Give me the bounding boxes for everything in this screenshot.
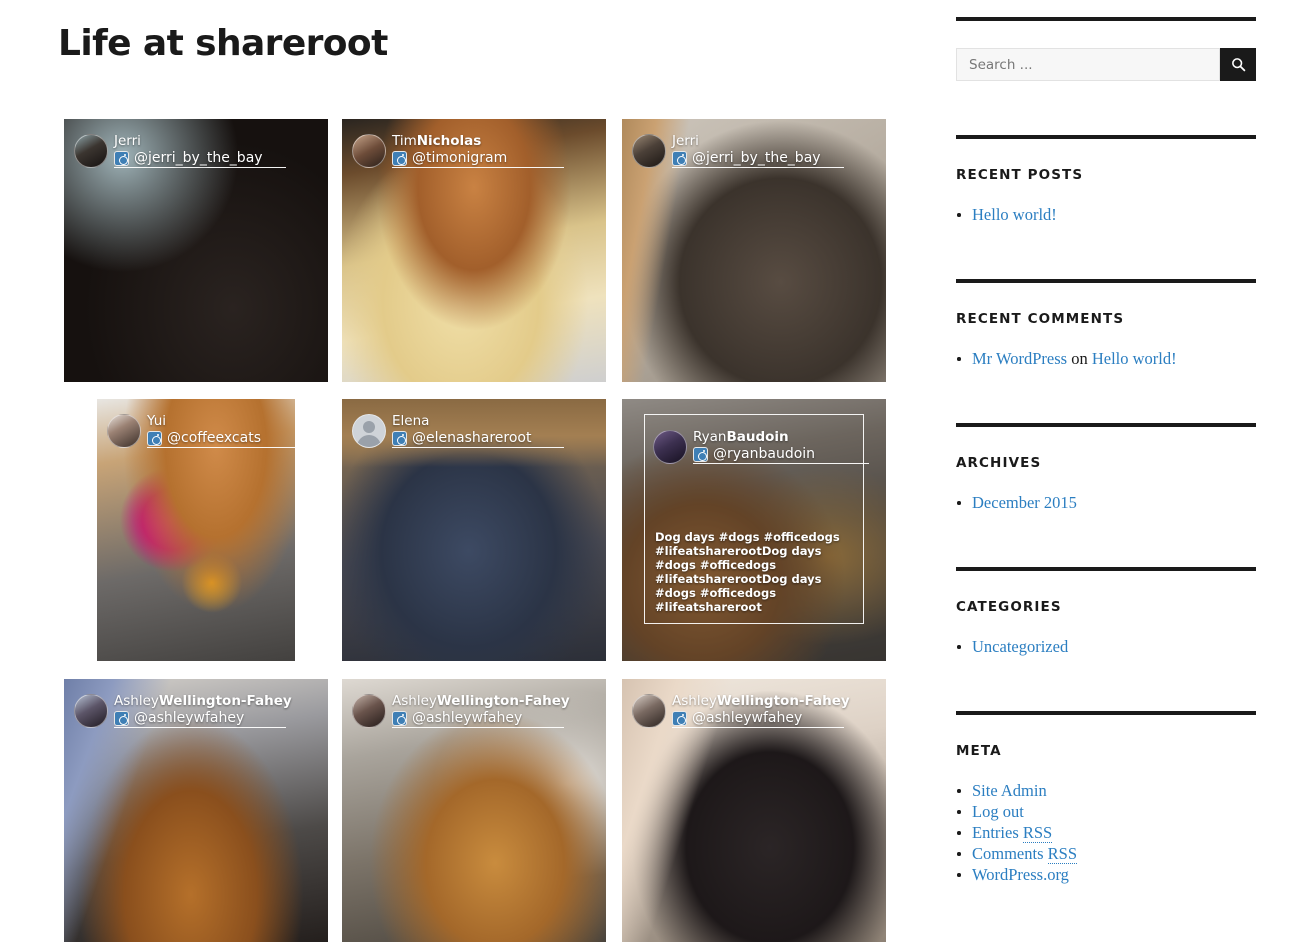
widget-archives: Archives December 2015 — [956, 423, 1256, 513]
tile-photo — [64, 119, 328, 382]
tile-photo — [342, 679, 606, 942]
content-column: Life at shareroot Jerri @jerri_by_the_ba… — [0, 0, 940, 950]
widget-list: Uncategorized — [956, 636, 1256, 657]
widget-divider — [956, 17, 1256, 21]
list-item: Comments RSS — [956, 843, 1256, 864]
sidebar: Recent Posts Hello world! Recent Comment… — [956, 0, 1256, 884]
list-item: Site Admin — [956, 780, 1256, 801]
widget-recent-comments: Recent Comments Mr WordPress on Hello wo… — [956, 279, 1256, 369]
list-item: Entries RSS — [956, 822, 1256, 843]
photo-tile[interactable]: Jerri @jerri_by_the_bay — [622, 119, 886, 382]
tile-dim-overlay — [622, 399, 886, 661]
photo-tile[interactable]: RyanBaudoin @ryanbaudoin Dog days #dogs … — [622, 399, 886, 661]
archive-link[interactable]: December 2015 — [972, 493, 1077, 512]
widget-title: Categories — [956, 599, 1062, 615]
widget-title: Archives — [956, 455, 1042, 471]
rss-abbr: RSS — [1047, 844, 1077, 864]
widget-divider — [956, 423, 1256, 427]
widget-list: Site Admin Log out Entries RSS Comments … — [956, 780, 1256, 885]
widget-list: Hello world! — [956, 204, 1256, 225]
widget-list: December 2015 — [956, 492, 1256, 513]
meta-link-entries-rss[interactable]: Entries RSS — [972, 823, 1053, 843]
widget-title: Recent Comments — [956, 311, 1125, 327]
widget-divider — [956, 279, 1256, 283]
widget-categories: Categories Uncategorized — [956, 567, 1256, 657]
photo-tile[interactable]: AshleyWellington-Fahey @ashleywfahey — [342, 679, 606, 942]
photo-tile[interactable]: Yui @coffeexcats — [97, 399, 295, 661]
tile-photo — [64, 679, 328, 942]
meta-link-log-out[interactable]: Log out — [972, 802, 1024, 821]
meta-link-site-admin[interactable]: Site Admin — [972, 781, 1047, 800]
photo-tile[interactable]: TimNicholas @timonigram — [342, 119, 606, 382]
list-item: December 2015 — [956, 492, 1256, 513]
photo-tile[interactable]: Elena @elenashareroot — [342, 399, 606, 661]
tile-photo — [622, 119, 886, 382]
rss-abbr: RSS — [1022, 823, 1053, 843]
photo-tile[interactable]: AshleyWellington-Fahey @ashleywfahey — [64, 679, 328, 942]
widget-divider — [956, 135, 1256, 139]
search-icon — [1231, 58, 1245, 72]
widget-recent-posts: Recent Posts Hello world! — [956, 135, 1256, 225]
meta-comments-label: Comments — [972, 844, 1048, 863]
widget-title: Meta — [956, 743, 1002, 759]
list-item: Uncategorized — [956, 636, 1256, 657]
search-input[interactable] — [956, 48, 1220, 81]
tile-photo — [342, 399, 606, 661]
meta-link-wordpress-org[interactable]: WordPress.org — [972, 865, 1069, 884]
photo-tile[interactable]: Jerri @jerri_by_the_bay — [64, 119, 328, 382]
widget-divider — [956, 711, 1256, 715]
widget-divider — [956, 567, 1256, 571]
widget-meta: Meta Site Admin Log out Entries RSS Comm… — [956, 711, 1256, 885]
list-item: Log out — [956, 801, 1256, 822]
tile-photo — [97, 399, 295, 661]
tile-photo — [622, 679, 886, 942]
comment-author-link[interactable]: Mr WordPress — [972, 349, 1067, 368]
recent-post-link[interactable]: Hello world! — [972, 205, 1057, 224]
comment-post-link[interactable]: Hello world! — [1092, 349, 1177, 368]
widget-title: Recent Posts — [956, 167, 1084, 183]
widget-search — [956, 17, 1256, 81]
list-item: Mr WordPress on Hello world! — [956, 348, 1256, 369]
search-submit-button[interactable] — [1220, 48, 1256, 81]
widget-list: Mr WordPress on Hello world! — [956, 348, 1256, 369]
list-item: Hello world! — [956, 204, 1256, 225]
comment-on-text: on — [1067, 349, 1092, 368]
meta-entries-label: Entries — [972, 823, 1023, 842]
page-root: Life at shareroot Jerri @jerri_by_the_ba… — [0, 0, 1313, 950]
search-form — [956, 48, 1256, 81]
meta-link-comments-rss[interactable]: Comments RSS — [972, 844, 1077, 864]
page-title: Life at shareroot — [58, 23, 388, 64]
category-link[interactable]: Uncategorized — [972, 637, 1068, 656]
photo-tile[interactable]: AshleyWellington-Fahey @ashleywfahey — [622, 679, 886, 942]
tile-photo — [342, 119, 606, 382]
list-item: WordPress.org — [956, 864, 1256, 885]
